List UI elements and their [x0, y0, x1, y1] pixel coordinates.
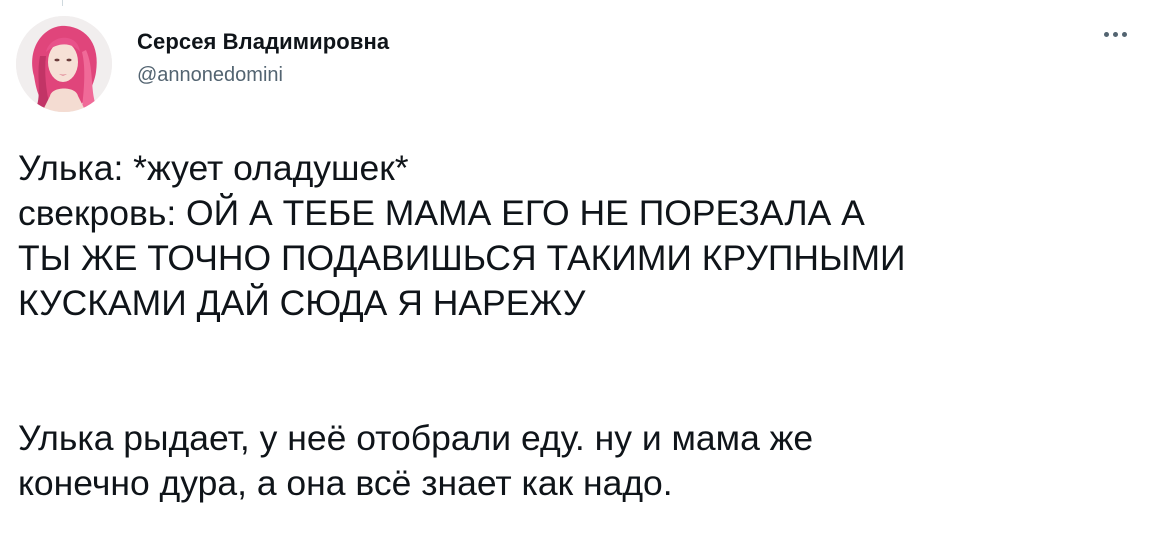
tweet-line: ТЫ ЖЕ ТОЧНО ПОДАВИШЬСЯ ТАКИМИ КРУПНЫМИ: [18, 238, 906, 278]
tweet-line: конечно дура, а она всё знает как надо.: [18, 463, 673, 503]
tweet-card: Серсея Владимировна @annonedomini Улька:…: [0, 0, 1158, 546]
more-dot: [1113, 32, 1118, 37]
thread-line: [62, 0, 63, 6]
tweet-line: Улька: *жует оладушек*: [18, 148, 409, 188]
author-name[interactable]: Серсея Владимировна: [137, 29, 389, 55]
author-handle[interactable]: @annonedomini: [137, 64, 283, 87]
tweet-line: КУСКАМИ ДАЙ СЮДА Я НАРЕЖУ: [18, 283, 586, 323]
tweet-line: Улька рыдает, у неё отобрали еду. ну и м…: [18, 418, 814, 458]
tweet-line: свекровь: ОЙ А ТЕБЕ МАМА ЕГО НЕ ПОРЕЗАЛА…: [18, 193, 865, 233]
avatar-image: [16, 16, 112, 112]
tweet-text: Улька: *жует оладушек* свекровь: ОЙ А ТЕ…: [18, 146, 1143, 506]
more-horizontal-icon[interactable]: [1098, 22, 1134, 46]
avatar[interactable]: [16, 16, 112, 112]
more-dot: [1104, 32, 1109, 37]
more-dot: [1122, 32, 1127, 37]
